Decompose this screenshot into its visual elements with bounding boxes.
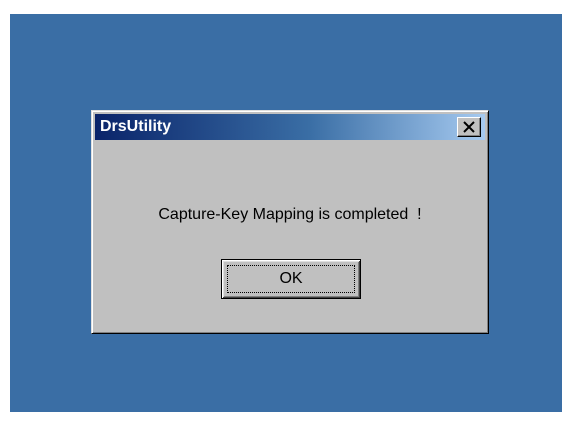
message-dialog: DrsUtility Capture-Key Mapping is comple… — [91, 110, 489, 334]
close-button[interactable] — [457, 117, 481, 137]
dialog-titlebar[interactable]: DrsUtility — [95, 114, 485, 140]
dialog-message: Capture-Key Mapping is completed ! — [158, 206, 422, 223]
ok-button-label: OK — [279, 270, 303, 287]
desktop-background: DrsUtility Capture-Key Mapping is comple… — [10, 14, 562, 412]
close-icon — [463, 121, 475, 133]
ok-button[interactable]: OK — [221, 259, 361, 299]
dialog-title: DrsUtility — [100, 118, 172, 135]
